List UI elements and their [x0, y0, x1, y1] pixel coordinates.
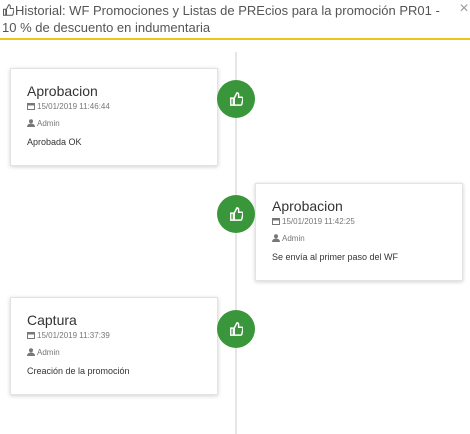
card-title: Aprobacion	[272, 198, 343, 214]
timeline-badge	[217, 195, 255, 233]
timeline-badge	[217, 310, 255, 348]
timeline-badge	[217, 80, 255, 118]
card-title: Captura	[27, 312, 77, 328]
card-datetime-text: 15/01/2019 11:42:25	[282, 217, 355, 226]
card-datetime: 15/01/2019 11:37:39	[27, 331, 202, 342]
card-user: Admin	[272, 234, 447, 245]
calendar-icon	[27, 103, 35, 110]
card-user-text: Admin	[37, 348, 60, 357]
card-description: Aprobada OK	[27, 137, 82, 147]
user-icon	[272, 234, 280, 242]
user-icon	[27, 348, 35, 356]
timeline-card: Aprobacion 15/01/2019 11:46:44 Admin Apr…	[10, 68, 218, 166]
card-datetime: 15/01/2019 11:42:25	[272, 217, 447, 228]
card-user: Admin	[27, 119, 202, 130]
card-description: Se envía al primer paso del WF	[272, 252, 399, 262]
card-user: Admin	[27, 348, 202, 359]
card-user-text: Admin	[282, 234, 305, 243]
card-datetime: 15/01/2019 11:46:44	[27, 102, 202, 113]
thumbs-up-icon	[230, 92, 243, 106]
timeline-card: Aprobacion 15/01/2019 11:42:25 Admin Se …	[255, 183, 463, 281]
modal-header: Historial: WF Promociones y Listas de PR…	[0, 0, 470, 40]
calendar-icon	[27, 332, 35, 339]
thumbs-up-icon	[3, 4, 14, 16]
modal-title: Historial: WF Promociones y Listas de PR…	[2, 2, 442, 36]
close-button[interactable]: ×	[458, 1, 470, 17]
modal-title-text: Historial: WF Promociones y Listas de PR…	[2, 3, 440, 35]
user-icon	[27, 119, 35, 127]
card-datetime-text: 15/01/2019 11:46:44	[37, 102, 110, 111]
card-user-text: Admin	[37, 119, 60, 128]
card-title: Aprobacion	[27, 83, 98, 99]
calendar-icon	[272, 218, 280, 225]
timeline-card: Captura 15/01/2019 11:37:39 Admin Creaci…	[10, 297, 218, 395]
card-description: Creación de la promoción	[27, 366, 130, 376]
thumbs-up-icon	[230, 322, 243, 336]
card-datetime-text: 15/01/2019 11:37:39	[37, 331, 110, 340]
thumbs-up-icon	[230, 207, 243, 221]
